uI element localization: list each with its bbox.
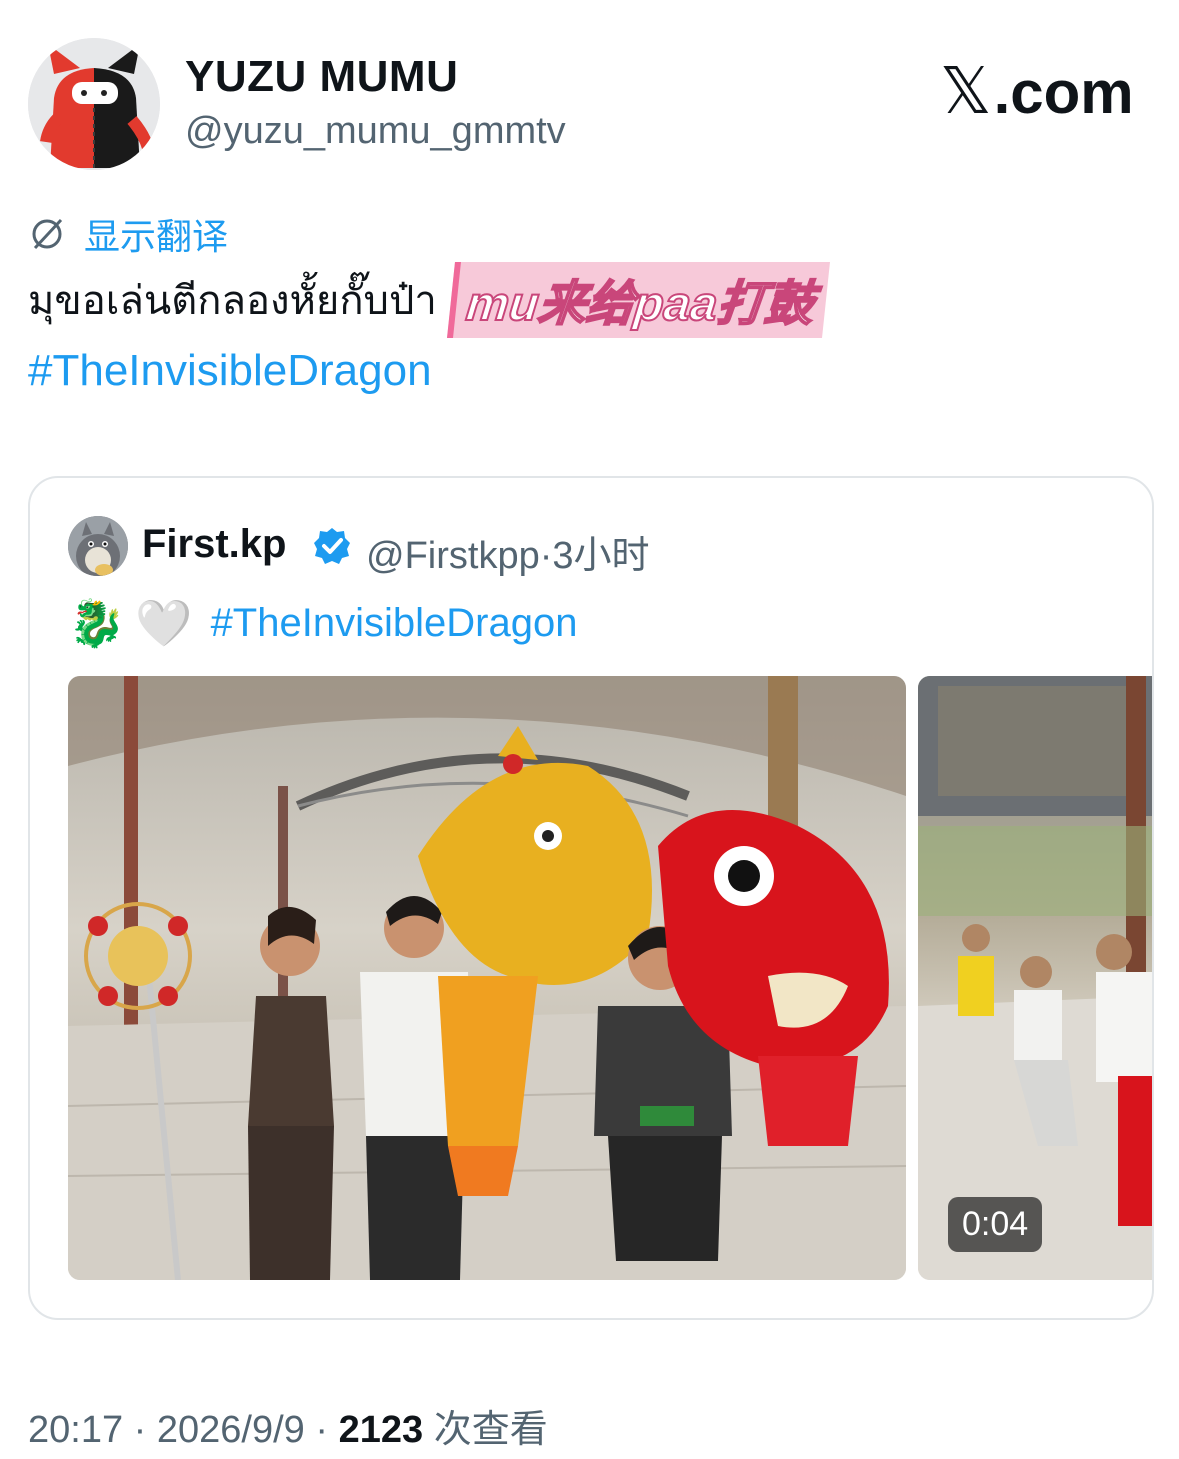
verified-badge-icon: [312, 526, 352, 571]
show-translation-label: 显示翻译: [84, 216, 229, 257]
author-handle[interactable]: @yuzu_mumu_gmmtv: [185, 110, 566, 153]
views-label: 次查看: [433, 1409, 548, 1451]
tweet-text-thai: มุขอเล่นตีกลองหั้ยกั๊บป๋า: [28, 279, 437, 323]
x-logo-icon: 𝕏: [940, 55, 992, 129]
quoted-time[interactable]: 3小时: [552, 535, 649, 577]
tweet-time[interactable]: 20:17: [28, 1409, 123, 1451]
quoted-handle[interactable]: @Firstkpp: [366, 535, 540, 577]
show-translation-button[interactable]: 显示翻译: [28, 208, 228, 260]
video-preview-image: [918, 676, 1152, 1280]
quoted-author-handle-time: @Firstkpp·3小时: [366, 524, 650, 579]
tweet-hashtag-link[interactable]: #TheInvisibleDragon: [28, 346, 432, 396]
quoted-tweet-card[interactable]: First.kp @Firstkpp·3小时 🐉 🤍 #TheInvisible…: [28, 476, 1154, 1320]
quoted-tweet-text: 🐉 🤍 #TheInvisibleDragon: [68, 596, 577, 651]
tweet-date[interactable]: 2026/9/9: [157, 1409, 305, 1451]
meta-separator: ·: [133, 1409, 147, 1451]
meta-separator: ·: [315, 1409, 329, 1451]
quoted-hashtag-link[interactable]: #TheInvisibleDragon: [211, 601, 578, 646]
separator: ·: [539, 535, 553, 577]
quoted-photo-main[interactable]: [68, 676, 906, 1280]
views-count[interactable]: 2123: [339, 1409, 424, 1451]
quoted-author-display-name[interactable]: First.kp: [142, 522, 286, 567]
totoro-avatar-icon: [68, 516, 128, 576]
dragon-emoji-icon: 🐉: [68, 596, 126, 650]
translate-globe-icon: [32, 218, 63, 250]
x-com-watermark: 𝕏 .com: [940, 55, 1134, 129]
author-avatar[interactable]: [28, 38, 160, 170]
red-black-cat-plush-avatar: [28, 38, 160, 170]
author-display-name[interactable]: YUZU MUMU: [185, 52, 458, 102]
x-com-label: .com: [993, 58, 1134, 126]
tweet-meta: 20:17 · 2026/9/9 · 2123 次查看: [28, 1398, 548, 1453]
white-heart-emoji-icon: 🤍: [135, 596, 193, 650]
quoted-video-thumbnail[interactable]: 0:04: [918, 676, 1152, 1280]
caption-sticker: mu来给paa打鼓: [446, 262, 830, 338]
quoted-author-avatar[interactable]: [68, 516, 128, 576]
tweet-text: มุขอเล่นตีกลองหั้ยกั๊บป๋า mu来给paa打鼓: [28, 262, 830, 338]
video-duration-badge: 0:04: [948, 1197, 1043, 1252]
group-photo-dragon-lion-heads: [68, 676, 906, 1280]
